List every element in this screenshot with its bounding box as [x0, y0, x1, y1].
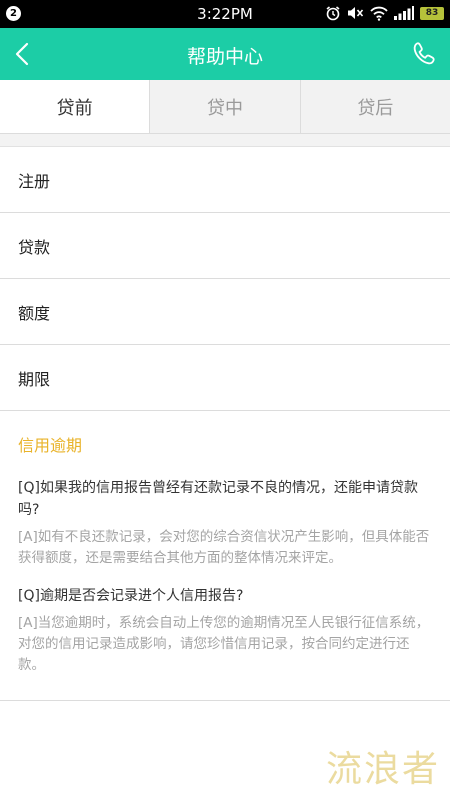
category-item-loan[interactable]: 贷款 [0, 213, 450, 279]
faq-item: [Q]如果我的信用报告曾经有还款记录不良的情况，还能申请贷款吗? [A]如有不良… [0, 477, 450, 585]
faq-question: [Q]逾期是否会记录进个人信用报告? [18, 588, 244, 604]
faq-item: [Q]逾期是否会记录进个人信用报告? [A]当您逾期时，系统会自动上传您的逾期情… [0, 585, 450, 692]
mute-icon [348, 7, 364, 19]
app-header: 帮助中心 [0, 28, 450, 80]
category-item-term[interactable]: 期限 [0, 345, 450, 411]
faq-list: [Q]如果我的信用报告曾经有还款记录不良的情况，还能申请贷款吗? [A]如有不良… [0, 477, 450, 701]
page-title: 帮助中心 [186, 46, 263, 68]
section-divider [0, 134, 450, 147]
tab-post-loan[interactable]: 贷后 [299, 80, 450, 133]
faq-answer: [A]当您逾期时，系统会自动上传您的逾期情况至人民银行征信系统，对您的信用记录造… [18, 615, 430, 673]
tab-pre-loan[interactable]: 贷前 [0, 80, 150, 133]
tab-in-loan[interactable]: 贷中 [149, 80, 299, 133]
faq-question: [Q]如果我的信用报告曾经有还款记录不良的情况，还能申请贷款吗? [18, 480, 418, 518]
category-list: 注册 贷款 额度 期限 信用逾期 [0, 147, 450, 477]
battery-icon: 83 [420, 6, 444, 20]
faq-answer: [A]如有不良还款记录，会对您的综合资信状况产生影响，但具体能否获得额度，还是需… [18, 529, 430, 566]
watermark: 流浪者 [325, 749, 440, 790]
alarm-icon [326, 6, 340, 21]
category-item-register[interactable]: 注册 [0, 147, 450, 213]
status-bar: 2 3:22PM 83 [0, 0, 450, 28]
wifi-icon [370, 6, 388, 21]
phone-icon[interactable] [410, 40, 438, 68]
signal-icon [394, 6, 414, 20]
category-item-credit-overdue[interactable]: 信用逾期 [0, 411, 450, 477]
category-item-limit[interactable]: 额度 [0, 279, 450, 345]
loan-stage-tabs: 贷前 贷中 贷后 [0, 80, 450, 134]
status-icons: 83 [325, 5, 444, 21]
